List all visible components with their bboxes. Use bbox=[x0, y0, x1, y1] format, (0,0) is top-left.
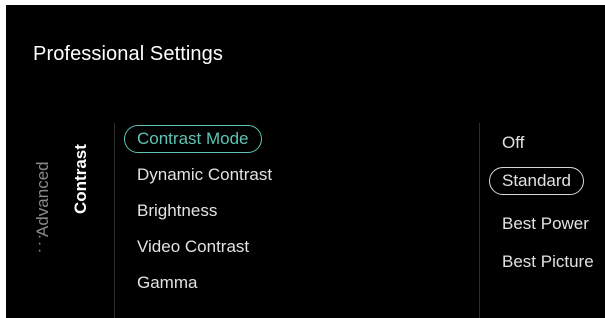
menu-item-brightness[interactable]: Brightness bbox=[137, 201, 217, 221]
tab-contrast[interactable]: Contrast bbox=[71, 144, 91, 214]
menu-item-dynamic-contrast[interactable]: Dynamic Contrast bbox=[137, 165, 272, 185]
tv-settings-screen: Professional Settings Advanced · · · Contr… bbox=[6, 5, 605, 318]
menu-item-contrast-mode[interactable]: Contrast Mode bbox=[124, 125, 262, 153]
menu-item-video-contrast[interactable]: Video Contrast bbox=[137, 237, 249, 257]
menu-item-gamma[interactable]: Gamma bbox=[137, 273, 197, 293]
option-off[interactable]: Off bbox=[502, 133, 524, 153]
page-title: Professional Settings bbox=[33, 43, 223, 65]
menu-divider-right bbox=[479, 123, 480, 318]
option-best-picture[interactable]: Best Picture bbox=[502, 252, 594, 272]
more-dots-icon: · · · bbox=[37, 228, 43, 259]
menu-divider-left bbox=[114, 123, 115, 318]
option-best-power[interactable]: Best Power bbox=[502, 214, 589, 234]
option-standard[interactable]: Standard bbox=[489, 167, 584, 195]
tab-advanced[interactable]: Advanced bbox=[33, 161, 53, 237]
